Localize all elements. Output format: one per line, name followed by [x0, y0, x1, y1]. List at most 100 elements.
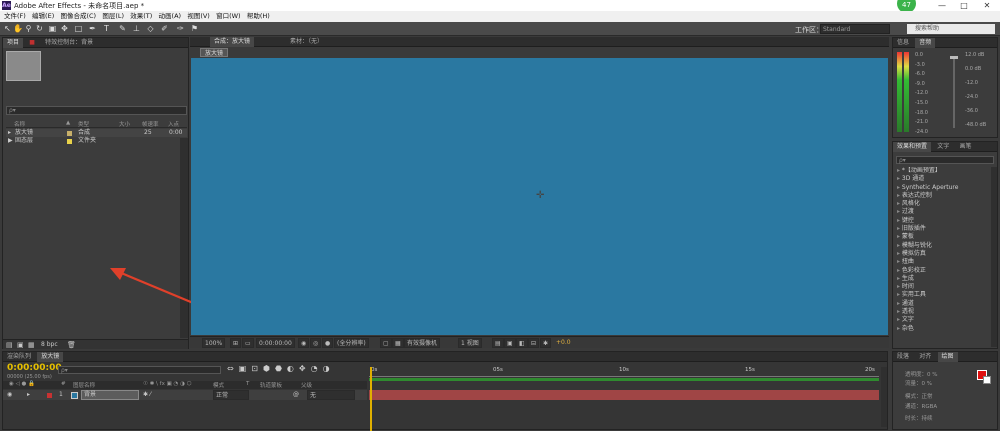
table-row[interactable]: ◉ ▸ 1 背景 ✱ ⁄ 正常 @ 无: [3, 390, 367, 400]
workspace-select[interactable]: Standard: [820, 24, 890, 34]
time-ruler[interactable]: 0s 05s 10s 15s 20s: [369, 367, 879, 377]
tab-effect-controls[interactable]: 特效控制台：背景: [41, 38, 97, 48]
effect-category-item[interactable]: 3D 通道: [893, 175, 990, 183]
tab-character[interactable]: 文字: [933, 142, 953, 152]
new-comp-icon[interactable]: ▦: [28, 341, 35, 349]
col-parent[interactable]: 父级: [301, 381, 312, 389]
show-snapshot-icon[interactable]: ◎: [310, 338, 322, 348]
timeline-icon[interactable]: ◧: [516, 338, 528, 348]
paint-duration-label[interactable]: 时长：持续: [905, 414, 933, 422]
tab-audio[interactable]: 音频: [915, 38, 936, 48]
timeline-scrollbar[interactable]: [881, 367, 887, 427]
roto-brush-tool-icon[interactable]: ✐: [160, 24, 169, 33]
layer-color-swatch[interactable]: [47, 393, 52, 398]
opacity-label[interactable]: 透明度：0 %: [905, 370, 937, 378]
col-trkmat[interactable]: 轨道蒙板: [260, 381, 282, 389]
safe-zones-icon[interactable]: ⊞: [230, 338, 242, 348]
pan-behind-tool-icon[interactable]: ✥: [60, 24, 69, 33]
effect-category-item[interactable]: 蒙板: [893, 233, 990, 241]
current-time-indicator[interactable]: [370, 367, 372, 431]
new-folder-icon[interactable]: ▣: [17, 341, 24, 349]
effect-category-item[interactable]: 生成: [893, 275, 990, 283]
fast-previews-icon[interactable]: ▣: [504, 338, 516, 348]
blend-mode-select[interactable]: 正常: [213, 390, 249, 400]
effects-search-input[interactable]: ρ▾: [896, 156, 994, 164]
layer-duration-bar[interactable]: [369, 390, 879, 400]
menu-help[interactable]: 帮助(H): [247, 11, 270, 22]
effect-category-item[interactable]: 通道: [893, 300, 990, 308]
effect-category-item[interactable]: 键控: [893, 217, 990, 225]
menu-window[interactable]: 窗口(W): [216, 11, 241, 22]
col-type[interactable]: 类型: [78, 120, 89, 128]
flowchart-icon[interactable]: ⊟: [528, 338, 540, 348]
effect-category-item[interactable]: 表达式控制: [893, 192, 990, 200]
region-of-interest-icon[interactable]: ▢: [380, 338, 392, 348]
selection-tool-icon[interactable]: ↖: [3, 24, 12, 33]
col-layer-name[interactable]: 图层名称: [73, 381, 95, 389]
tab-timeline-comp[interactable]: 放大镜: [37, 352, 64, 362]
timeline-search-input[interactable]: ρ▾: [58, 366, 221, 374]
reset-exposure-icon[interactable]: ✱: [540, 338, 552, 348]
text-tool-icon[interactable]: T: [102, 24, 111, 33]
snapshot-icon[interactable]: ◉: [298, 338, 310, 348]
clone-stamp-tool-icon[interactable]: ⊥: [132, 24, 141, 33]
trash-icon[interactable]: 🗑: [67, 341, 76, 349]
layer-name[interactable]: 背景: [81, 390, 139, 400]
effect-category-item[interactable]: Synthetic Aperture: [893, 184, 990, 192]
paint-channel-label[interactable]: 通道：RGBA: [905, 402, 937, 410]
background-color-swatch[interactable]: [983, 376, 991, 384]
tab-paint[interactable]: 绘图: [937, 352, 958, 362]
list-item[interactable]: ▸ 放大镜 合成 25 0:00: [6, 129, 187, 137]
menu-effect[interactable]: 效果(T): [130, 11, 152, 22]
current-time[interactable]: 0:00:00:00: [256, 338, 295, 348]
mask-tool-icon[interactable]: □: [74, 24, 83, 33]
folder-expand-icon[interactable]: ▶: [8, 137, 13, 145]
zoom-tool-icon[interactable]: ⚲: [24, 24, 33, 33]
flow-label[interactable]: 流量：0 %: [905, 379, 932, 387]
pixel-aspect-icon[interactable]: ▤: [492, 338, 504, 348]
hand-tool-icon[interactable]: ✋: [13, 24, 23, 33]
label-swatch[interactable]: [67, 131, 72, 136]
exposure-value[interactable]: +0.0: [556, 339, 571, 346]
effect-category-item[interactable]: 模糊与锐化: [893, 242, 990, 250]
col-inpoint[interactable]: 入点: [168, 120, 179, 128]
tab-info[interactable]: 信息: [893, 38, 913, 48]
pen-tool-icon[interactable]: ✒: [88, 24, 97, 33]
views-select[interactable]: 1 视图: [458, 338, 482, 348]
search-help-input[interactable]: 搜索帮助: [907, 24, 995, 34]
tab-footage[interactable]: 素材：（无）: [286, 37, 327, 47]
menu-view[interactable]: 视图(V): [187, 11, 210, 22]
label-swatch[interactable]: [67, 139, 72, 144]
effect-category-item[interactable]: 文字: [893, 316, 990, 324]
paint-mode-label[interactable]: 模式：正常: [905, 392, 933, 400]
col-label[interactable]: ▲: [66, 120, 70, 126]
effects-scrollbar[interactable]: [991, 167, 997, 347]
col-fps[interactable]: 帧速率: [142, 120, 159, 128]
tab-align[interactable]: 对齐: [915, 352, 935, 362]
col-size[interactable]: 大小: [119, 120, 130, 128]
col-mode[interactable]: 模式: [213, 381, 224, 389]
audio-slider-handle[interactable]: [950, 56, 958, 59]
menu-file[interactable]: 文件(F): [4, 11, 26, 22]
puppet-tool-icon[interactable]: ⚑: [190, 24, 199, 33]
work-area-bar[interactable]: [369, 378, 879, 381]
timecode-display[interactable]: 0:00:00:00: [7, 363, 62, 373]
effect-category-item[interactable]: 扭曲: [893, 258, 990, 266]
col-name[interactable]: 名称: [14, 120, 25, 128]
parent-pickwhip-icon[interactable]: @: [293, 391, 299, 398]
layer-switches[interactable]: ✱ ⁄: [143, 391, 151, 398]
menu-layer[interactable]: 图层(L): [102, 11, 124, 22]
parent-select[interactable]: 无: [307, 390, 355, 400]
lock-icon[interactable]: ■: [25, 38, 39, 48]
zoom-select[interactable]: 100%: [202, 338, 226, 348]
channel-icon[interactable]: ●: [322, 338, 334, 348]
visibility-icon[interactable]: ◉: [7, 391, 12, 398]
menu-composition[interactable]: 图像合成(C): [60, 11, 96, 22]
timeline-switch-icons[interactable]: ⇔▣⊡⬢⬣◐✥◔◑: [227, 364, 335, 373]
tab-brushes[interactable]: 画笔: [956, 142, 976, 152]
camera-select[interactable]: 有效摄像机: [404, 338, 441, 348]
tab-project[interactable]: 项目: [3, 38, 24, 48]
list-item[interactable]: ▶ 固态层 文件夹: [6, 137, 187, 145]
interpret-footage-icon[interactable]: ▤: [6, 341, 13, 349]
menu-edit[interactable]: 编辑(E): [32, 11, 54, 22]
